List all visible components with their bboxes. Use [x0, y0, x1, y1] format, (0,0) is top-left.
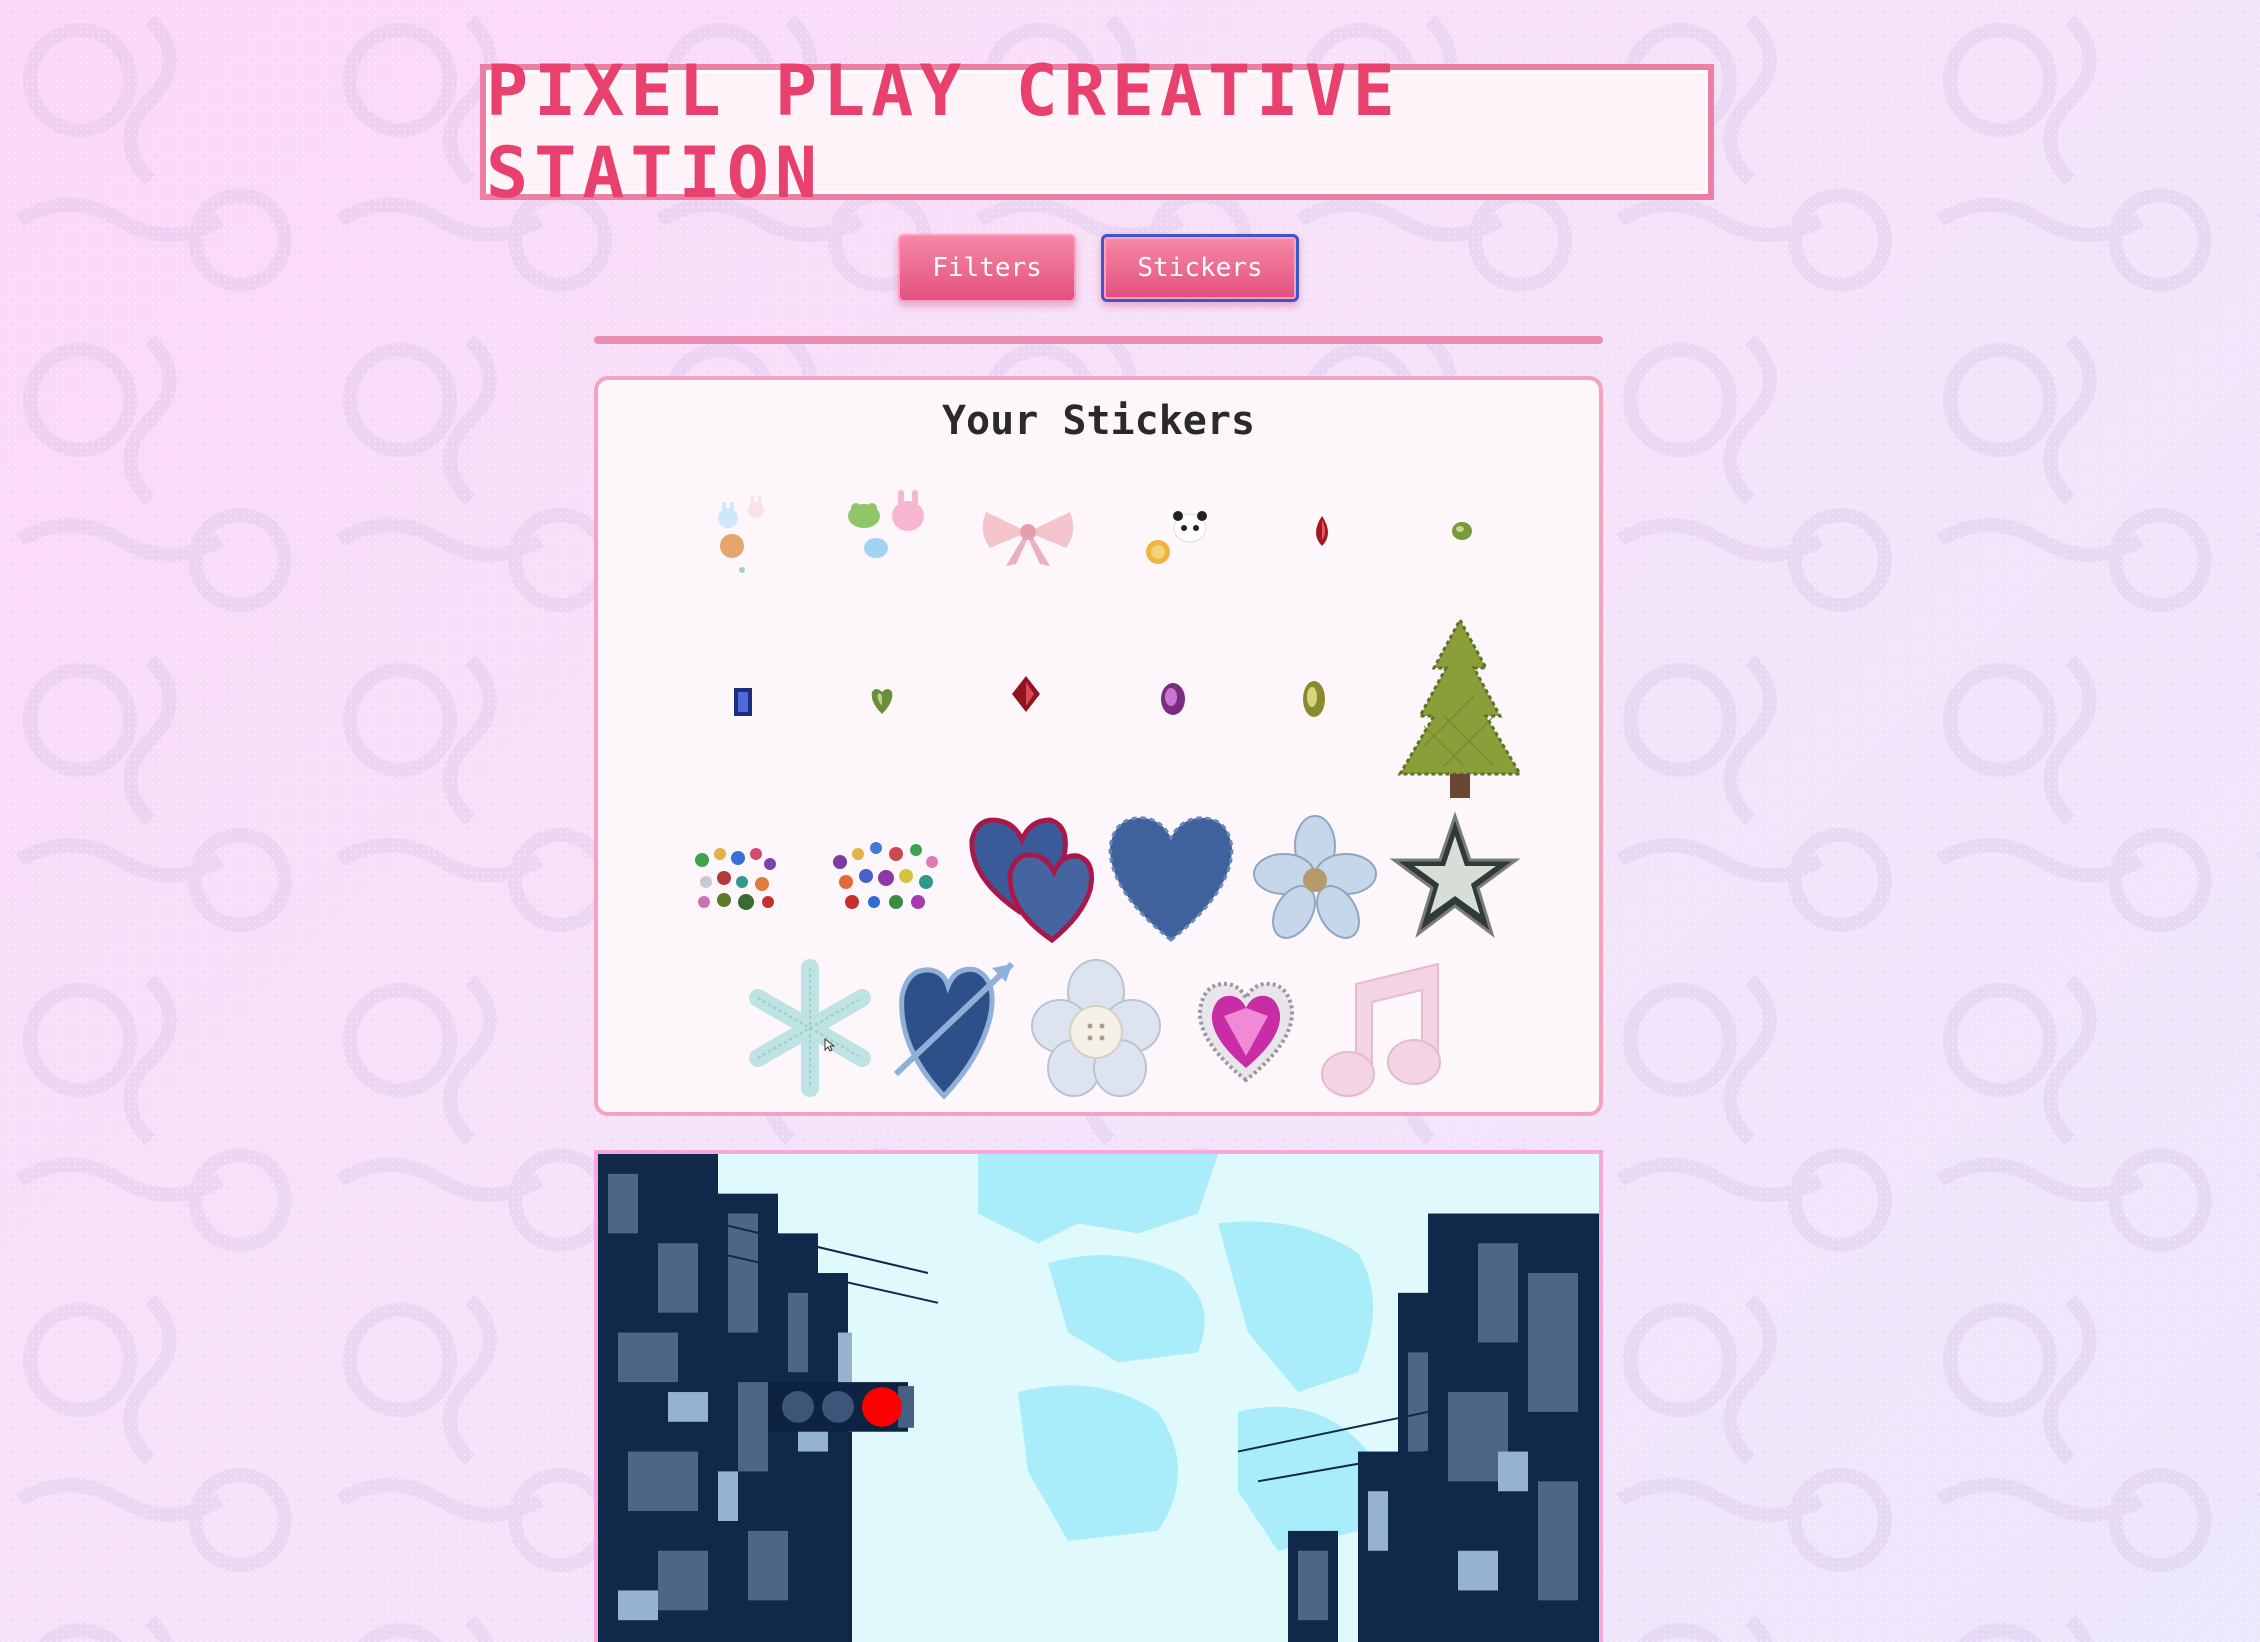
bunny-friends-sticker[interactable]: [706, 490, 786, 574]
panda-lion-sticker[interactable]: [1138, 506, 1218, 570]
app-title: PIXEL PLAY CREATIVE STATION: [486, 50, 1401, 214]
flower-button-sticker[interactable]: [1250, 812, 1380, 948]
app-title-box: PIXEL PLAY CREATIVE STATION: [480, 50, 1714, 214]
gem-cluster-sticker[interactable]: [690, 840, 780, 912]
christmas-tree-sticker[interactable]: [1394, 616, 1526, 800]
red-gem-sticker[interactable]: [1308, 514, 1336, 548]
street-photo: [598, 1154, 1599, 1642]
tab-stickers[interactable]: Stickers: [1101, 234, 1299, 302]
purple-gem-sticker[interactable]: [1158, 680, 1188, 718]
pink-bow-sticker[interactable]: [976, 504, 1080, 568]
pink-heart-jewel-sticker[interactable]: [1194, 976, 1298, 1084]
animal-faces-sticker[interactable]: [840, 486, 936, 566]
stickers-panel-title: Your Stickers: [941, 398, 1256, 444]
silver-star-sticker[interactable]: [1389, 811, 1521, 944]
heart-arrow-sticker[interactable]: [890, 956, 1018, 1100]
section-divider: [594, 336, 1603, 344]
denim-heart-sticker[interactable]: [1106, 812, 1236, 944]
green-heart-gem-sticker[interactable]: [868, 684, 896, 716]
yellow-gem-sticker[interactable]: [1300, 678, 1328, 720]
music-note-sticker[interactable]: [1318, 956, 1448, 1100]
double-heart-sticker[interactable]: [964, 812, 1098, 944]
tab-filters[interactable]: Filters: [898, 234, 1076, 302]
photo-canvas[interactable]: [594, 1150, 1603, 1642]
stickers-panel: Your Stickers: [594, 376, 1603, 1116]
red-diamond-gem-sticker[interactable]: [1010, 674, 1042, 714]
green-gem-sticker[interactable]: [1450, 520, 1474, 542]
plaid-flower-button-sticker[interactable]: [1031, 956, 1161, 1100]
snowflake-sticker[interactable]: [746, 956, 874, 1100]
gem-pile-sticker[interactable]: [826, 832, 944, 916]
blue-gem-sticker[interactable]: [732, 686, 754, 718]
